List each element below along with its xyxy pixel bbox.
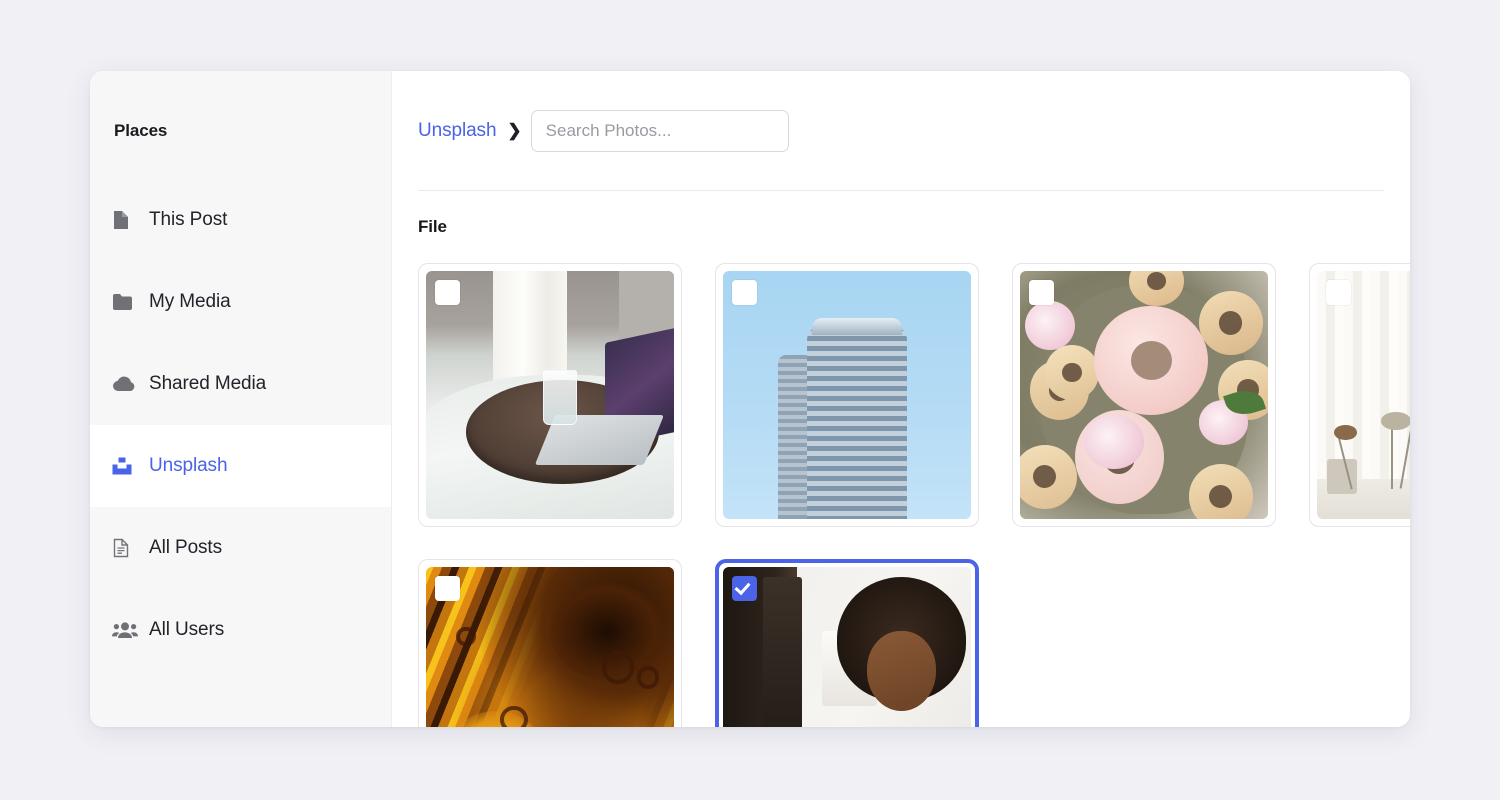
media-tile[interactable] xyxy=(418,263,682,527)
section-title: File xyxy=(418,217,447,236)
tile-checkbox[interactable] xyxy=(1326,280,1351,305)
sidebar-item-label: All Posts xyxy=(149,537,223,558)
media-tile-selected[interactable] xyxy=(715,559,979,727)
sidebar-item-label: This Post xyxy=(149,209,228,230)
chevron-right-icon: ❯ xyxy=(507,121,522,140)
file-browser: File xyxy=(392,191,1410,727)
tile-thumbnail xyxy=(1020,271,1268,519)
unsplash-icon xyxy=(112,457,138,475)
cloud-icon xyxy=(112,376,138,392)
sidebar-item-my-media[interactable]: My Media xyxy=(90,261,391,343)
tile-thumbnail xyxy=(426,271,674,519)
search-input[interactable] xyxy=(530,109,789,152)
breadcrumb-unsplash-link[interactable]: Unsplash xyxy=(418,120,497,142)
sidebar-item-label: All Users xyxy=(149,619,225,640)
sidebar-item-all-posts[interactable]: All Posts xyxy=(90,507,391,589)
sidebar-item-label: Unsplash xyxy=(149,455,228,476)
sidebar-item-shared-media[interactable]: Shared Media xyxy=(90,343,391,425)
media-grid xyxy=(418,263,1410,727)
tile-checkbox[interactable] xyxy=(435,280,460,305)
sidebar: Places This Post My Media Shared Media U… xyxy=(90,71,392,727)
media-tile[interactable] xyxy=(418,559,682,727)
tile-checkbox[interactable] xyxy=(1029,280,1054,305)
document-lines-icon xyxy=(112,538,138,558)
file-icon xyxy=(112,210,138,230)
tile-thumbnail xyxy=(723,567,971,727)
sidebar-heading: Places xyxy=(114,121,168,140)
sidebar-item-label: Shared Media xyxy=(149,373,267,394)
tile-thumbnail xyxy=(1317,271,1410,519)
sidebar-nav: This Post My Media Shared Media Unsplash… xyxy=(90,179,391,671)
tile-checkbox[interactable] xyxy=(435,576,460,601)
sidebar-item-unsplash[interactable]: Unsplash xyxy=(90,425,391,507)
tile-checkbox-checked[interactable] xyxy=(732,576,757,601)
media-tile[interactable] xyxy=(1309,263,1410,527)
sidebar-item-label: My Media xyxy=(149,291,231,312)
main-panel: Unsplash ❯ File xyxy=(392,71,1410,727)
users-icon xyxy=(112,621,138,639)
tile-thumbnail xyxy=(723,271,971,519)
check-icon xyxy=(734,578,751,596)
breadcrumb-bar: Unsplash ❯ xyxy=(392,71,1410,190)
tile-thumbnail xyxy=(426,567,674,727)
sidebar-item-this-post[interactable]: This Post xyxy=(90,179,391,261)
media-tile[interactable] xyxy=(1012,263,1276,527)
media-picker-page: Places This Post My Media Shared Media U… xyxy=(0,0,1500,800)
tile-checkbox[interactable] xyxy=(732,280,757,305)
sidebar-item-all-users[interactable]: All Users xyxy=(90,589,391,671)
folder-icon xyxy=(112,293,138,311)
media-picker-modal: Places This Post My Media Shared Media U… xyxy=(90,71,1410,727)
media-tile[interactable] xyxy=(715,263,979,527)
